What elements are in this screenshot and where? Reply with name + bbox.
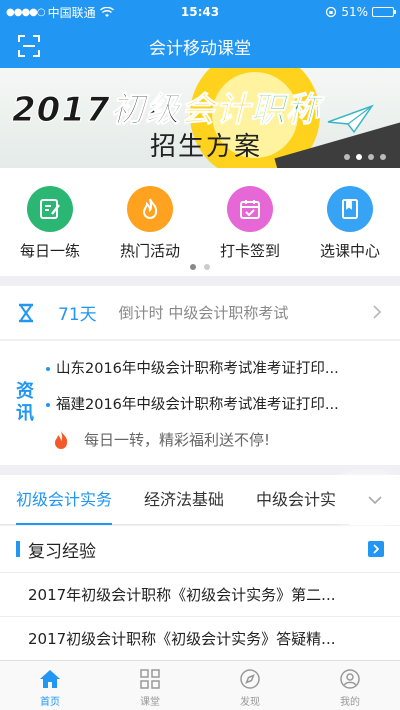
section-more-button[interactable] xyxy=(368,541,384,557)
pager-dot xyxy=(356,154,362,160)
tab-junior-accounting[interactable]: 初级会计实务 xyxy=(0,475,128,525)
tabbar-label: 我的 xyxy=(340,697,360,708)
grid-icon xyxy=(140,669,160,689)
bottom-tab-bar: 首页 课堂 发现 我的 xyxy=(0,660,400,710)
tabbar-label: 首页 xyxy=(40,697,60,708)
tabs-expand-button[interactable] xyxy=(350,475,400,525)
quick-entry-label: 每日一练 xyxy=(19,242,80,260)
banner-pager xyxy=(344,154,386,160)
article-item[interactable]: 2017年初级会计职称《初级会计实务》第二... xyxy=(0,572,400,616)
countdown-text: 倒计时 中级会计职称考试 xyxy=(118,304,289,322)
quick-entry-label: 打卡签到 xyxy=(219,242,280,260)
chevron-right-icon xyxy=(373,305,382,319)
section-title: 复习经验 xyxy=(28,541,96,562)
tabbar-label: 课堂 xyxy=(140,697,160,708)
compass-icon xyxy=(240,669,260,689)
nav-bar: 会计移动课堂 xyxy=(0,24,400,68)
scan-icon[interactable] xyxy=(18,35,40,57)
status-bar: ●●●●○ 中国联通 15:43 51% xyxy=(0,0,400,24)
tabbar-classroom[interactable]: 课堂 xyxy=(100,661,200,710)
exam-countdown[interactable]: 71天 倒计时 中级会计职称考试 xyxy=(0,286,400,340)
quick-entry-check-in[interactable]: 打卡签到 xyxy=(210,186,290,261)
pager-dot xyxy=(380,154,386,160)
book-icon xyxy=(327,186,373,232)
chevron-down-icon xyxy=(368,496,382,505)
banner-headline: 2017初级会计职称 xyxy=(12,90,321,131)
section-marker xyxy=(16,541,20,557)
section-header: 复习经验 xyxy=(0,526,400,572)
promo-text: 每日一转，精彩福利送不停! xyxy=(84,431,271,449)
quick-entry-label: 选课中心 xyxy=(319,242,380,260)
quick-entry-daily-practice[interactable]: 每日一练 xyxy=(10,186,90,261)
quick-entry-label: 热门活动 xyxy=(119,242,180,260)
rotation-lock-icon xyxy=(326,6,337,18)
promo-banner[interactable]: 2017初级会计职称 招生方案 xyxy=(0,68,400,168)
tabbar-home[interactable]: 首页 xyxy=(0,661,100,710)
countdown-days: 71天 xyxy=(58,305,97,325)
news-panel: 资讯 山东2016年中级会计职称考试准考证打印... 福建2016年中级会计职称… xyxy=(0,341,400,465)
bullet-icon xyxy=(46,403,50,407)
tabbar-profile[interactable]: 我的 xyxy=(300,661,400,710)
flame-icon xyxy=(127,186,173,232)
tab-economic-law[interactable]: 经济法基础 xyxy=(128,475,240,525)
news-tag: 资讯 xyxy=(16,381,34,424)
user-icon xyxy=(340,669,360,689)
review-section: 复习经验 2017年初级会计职称《初级会计实务》第二... 2017初级会计职称… xyxy=(0,526,400,660)
banner-subtitle: 招生方案 xyxy=(150,132,263,162)
wifi-icon xyxy=(99,6,114,17)
home-icon xyxy=(40,670,60,688)
pager-dot xyxy=(368,154,374,160)
signal-strength: ●●●●○ xyxy=(6,6,46,18)
news-item[interactable]: 福建2016年中级会计职称考试准考证打印... xyxy=(46,393,388,414)
battery-icon xyxy=(372,7,396,17)
promo-line[interactable]: 每日一转，精彩福利送不停! xyxy=(52,429,270,450)
quick-pager xyxy=(0,264,400,270)
hourglass-icon xyxy=(19,303,33,322)
subject-tabs: 初级会计实务 经济法基础 中级会计实 xyxy=(0,475,400,525)
page-title: 会计移动课堂 xyxy=(149,38,251,59)
tab-intermediate-accounting[interactable]: 中级会计实 xyxy=(240,475,352,525)
tabbar-label: 发现 xyxy=(240,697,260,708)
edit-icon xyxy=(27,186,73,232)
battery-percent: 51% xyxy=(341,5,368,19)
quick-entry-course-center[interactable]: 选课中心 xyxy=(310,186,390,261)
pager-dot xyxy=(190,264,196,270)
calendar-check-icon xyxy=(227,186,273,232)
flame-icon xyxy=(55,430,68,449)
quick-entry-hot-events[interactable]: 热门活动 xyxy=(110,186,190,261)
bullet-icon xyxy=(46,367,50,371)
quick-entries: 每日一练 热门活动 打卡签到 选课中心 xyxy=(0,168,400,276)
carrier-name: 中国联通 xyxy=(47,5,96,20)
pager-dot xyxy=(344,154,350,160)
chevron-right-icon xyxy=(373,544,380,554)
paper-plane-icon xyxy=(327,104,374,134)
pager-dot xyxy=(204,264,210,270)
tabbar-discover[interactable]: 发现 xyxy=(200,661,300,710)
article-item[interactable]: 2017初级会计职称《初级会计实务》答疑精... xyxy=(0,616,400,660)
news-item[interactable]: 山东2016年中级会计职称考试准考证打印... xyxy=(46,357,388,378)
